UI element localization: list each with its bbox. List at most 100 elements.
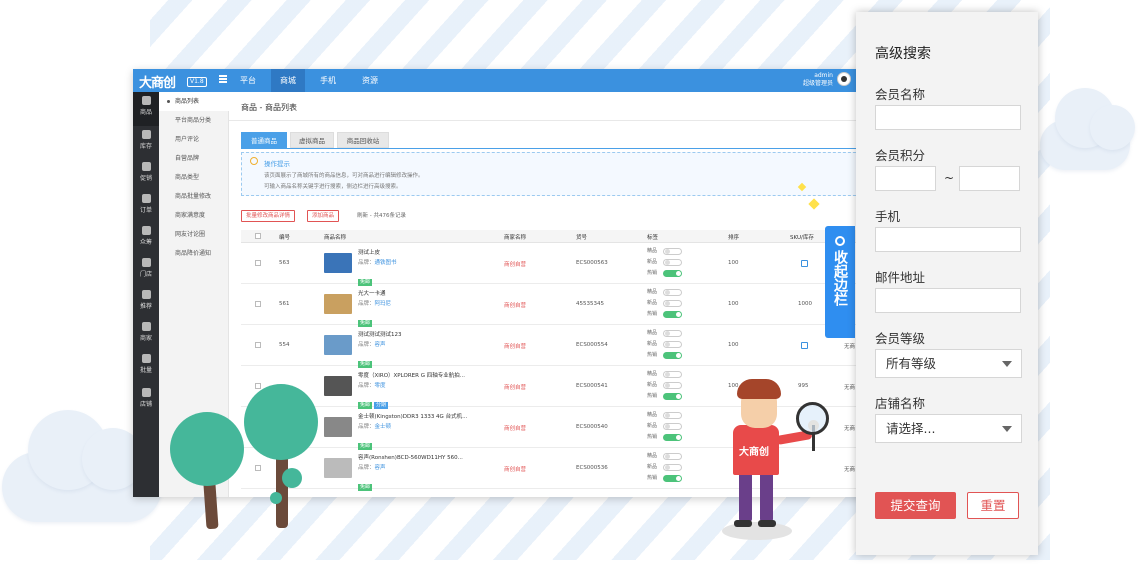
goods-thumbnail[interactable] (324, 458, 352, 478)
goods-thumbnail[interactable] (324, 335, 352, 355)
goods-icon (141, 96, 151, 105)
sidebar-item-store[interactable]: 店铺 (133, 384, 159, 418)
row-checkbox[interactable] (255, 383, 261, 389)
row-checkbox[interactable] (255, 465, 261, 471)
tag-toggle[interactable] (663, 300, 682, 307)
select-all-checkbox[interactable] (255, 233, 261, 239)
subnav-price-alert[interactable]: 商品降价通知 (159, 244, 229, 263)
batch-edit-button[interactable]: 批量修改商品详情 (241, 210, 296, 222)
tag-toggle[interactable] (663, 434, 682, 441)
tag-toggle[interactable] (663, 259, 682, 266)
goods-thumbnail[interactable] (324, 294, 352, 314)
tab-virtual-goods[interactable]: 虚拟商品 (290, 132, 334, 148)
shop-name: 商创自营 (504, 303, 527, 309)
menu-icon[interactable] (219, 75, 227, 83)
nav-tab-resources[interactable]: 资源 (351, 69, 389, 92)
submit-button[interactable]: 提交查询 (875, 492, 956, 519)
goods-name[interactable]: 金士顿(Kingston)DDR3 1333 4G 台式机... (358, 412, 467, 420)
subnav-reviews[interactable]: 用户评论 (159, 130, 229, 149)
goods-sort[interactable]: 100 (728, 260, 739, 266)
tag-icon (141, 162, 151, 171)
add-goods-button[interactable]: 添加商品 (307, 210, 340, 222)
tag-toggle[interactable] (663, 423, 682, 430)
goods-thumbnail[interactable] (324, 417, 352, 437)
shop-name-select[interactable]: 请选择... (875, 414, 1022, 443)
tag-toggle[interactable] (663, 393, 682, 400)
tag-toggle[interactable] (663, 270, 682, 277)
member-level-select[interactable]: 所有等级 (875, 349, 1022, 378)
avatar[interactable] (837, 72, 851, 86)
divider (229, 120, 873, 121)
subnav-batch-edit[interactable]: 商品批量修改 (159, 187, 229, 206)
tag-toggle[interactable] (663, 311, 682, 318)
edit-icon[interactable] (801, 342, 808, 349)
tag-toggle[interactable] (663, 382, 682, 389)
tag-toggle[interactable] (663, 330, 682, 337)
tag-toggle[interactable] (663, 289, 682, 296)
tag-toggle[interactable] (663, 341, 682, 348)
panel-title: 高级搜索 (875, 46, 931, 62)
edit-icon[interactable] (801, 260, 808, 267)
shop-name: 商创自营 (504, 385, 527, 391)
subnav-goods-list[interactable]: 商品列表 (159, 92, 229, 111)
goods-sku: ECS000540 (576, 424, 608, 430)
goods-thumbnail[interactable] (324, 253, 352, 273)
goods-name[interactable]: 测试上皮 (358, 248, 380, 256)
goods-sort[interactable]: 100 (728, 342, 739, 348)
col-sort: 排序 (728, 235, 740, 241)
tag-toggle[interactable] (663, 464, 682, 471)
left-sidebar: 商品 库存 促销 订单 众筹 门店 推荐 商家 批量 店铺 (133, 92, 159, 497)
tag-label: 新品 (647, 423, 658, 429)
tab-normal-goods[interactable]: 普通商品 (241, 132, 287, 148)
subnav-types[interactable]: 商品类型 (159, 168, 229, 187)
row-checkbox[interactable] (255, 260, 261, 266)
subnav-brands[interactable]: 自营品牌 (159, 149, 229, 168)
tag-toggle[interactable] (663, 475, 682, 482)
sidebar-item-recommend[interactable]: 推荐 (133, 286, 159, 320)
tag-toggle[interactable] (663, 352, 682, 359)
tag-toggle[interactable] (663, 371, 682, 378)
mascot-shirt-text: 大商创 (739, 447, 769, 458)
sidebar-item-stores[interactable]: 门店 (133, 254, 159, 288)
sidebar-item-crowdfunding[interactable]: 众筹 (133, 222, 159, 256)
points-max-input[interactable] (959, 166, 1020, 191)
subnav-satisfaction[interactable]: 商家满意度 (159, 206, 229, 225)
goods-thumbnail[interactable] (324, 376, 352, 396)
sidebar-item-merchants[interactable]: 商家 (133, 318, 159, 352)
nav-tab-mobile[interactable]: 手机 (311, 69, 345, 92)
goods-sort[interactable]: 100 (728, 301, 739, 307)
reset-button[interactable]: 重置 (967, 492, 1019, 519)
tag-label: 热销 (647, 311, 658, 317)
goods-tags: 精品 新品 热销 (647, 451, 687, 484)
nav-tab-mall[interactable]: 商城 (271, 69, 305, 92)
admin-info[interactable]: admin 超级管理员 (803, 72, 833, 88)
collapse-sidebar-button[interactable]: 收起边栏 (825, 226, 855, 338)
sidebar-item-promotion[interactable]: 促销 (133, 158, 159, 192)
subnav-category[interactable]: 平台商品分类 (159, 111, 229, 130)
goods-name[interactable]: 光大一卡通 (358, 289, 386, 297)
row-checkbox[interactable] (255, 301, 261, 307)
tag-toggle[interactable] (663, 453, 682, 460)
member-name-input[interactable] (875, 105, 1021, 130)
tab-recycle-bin[interactable]: 商品回收站 (337, 132, 389, 148)
row-checkbox[interactable] (255, 342, 261, 348)
col-stock: SKU/库存 (790, 235, 814, 241)
phone-input[interactable] (875, 227, 1021, 252)
refresh-link[interactable]: 刷新 - 共476条记录 (357, 211, 406, 219)
subnav-discussion[interactable]: 网友讨论圈 (159, 225, 229, 244)
tag-toggle[interactable] (663, 412, 682, 419)
sidebar-item-orders[interactable]: 订单 (133, 190, 159, 224)
crowdfunding-icon (141, 226, 151, 235)
nav-tab-platform[interactable]: 平台 (231, 69, 265, 92)
goods-name[interactable]: 零度（XIRO）XPLORER G 四轴专业航拍... (358, 371, 465, 379)
goods-name[interactable]: 容声(Ronshen)BCD-560WD11HY 560... (358, 453, 463, 461)
tag-toggle[interactable] (663, 248, 682, 255)
goods-brand: 品牌：阿玛尼 (358, 301, 392, 307)
points-min-input[interactable] (875, 166, 936, 191)
sidebar-item-stock[interactable]: 库存 (133, 126, 159, 160)
sidebar-item-goods[interactable]: 商品 (133, 92, 159, 126)
goods-name[interactable]: 测试测试测试123 (358, 330, 402, 338)
email-input[interactable] (875, 288, 1021, 313)
sidebar-item-batch[interactable]: 批量 (133, 350, 159, 384)
col-id[interactable]: 编号 (279, 233, 290, 241)
